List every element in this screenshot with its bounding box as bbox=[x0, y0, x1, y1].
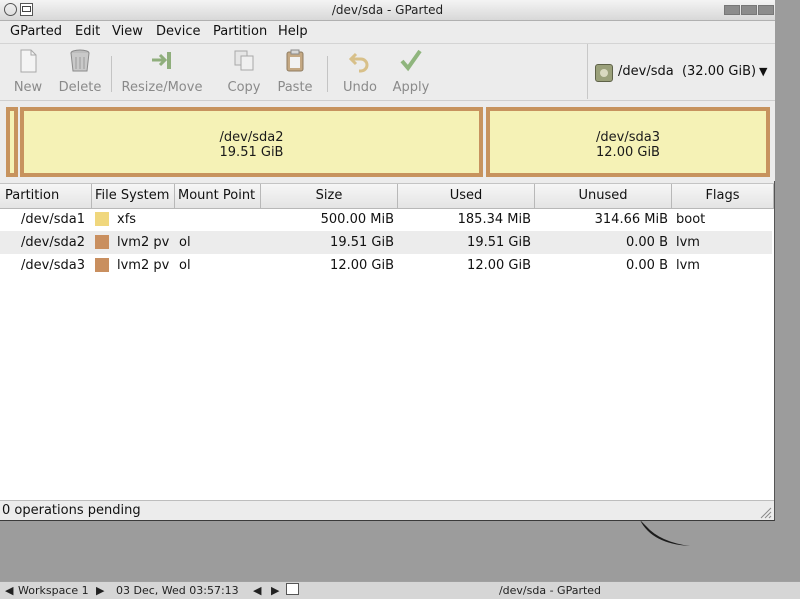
unused-cell: 314.66 MiB bbox=[594, 212, 668, 227]
desktop-wallpaper-swoosh bbox=[640, 520, 690, 546]
harddisk-icon bbox=[595, 64, 613, 82]
partition-cell: /dev/sda3 bbox=[21, 258, 85, 273]
menu-device[interactable]: Device bbox=[156, 24, 200, 39]
undo-button[interactable]: Undo bbox=[338, 48, 382, 98]
paste-icon bbox=[286, 49, 304, 72]
flags-cell: boot bbox=[676, 212, 706, 227]
table-row[interactable]: /dev/sda1 xfs 500.00 MiB 185.34 MiB 314.… bbox=[0, 208, 772, 231]
menu-partition[interactable]: Partition bbox=[213, 24, 267, 39]
filesystem-cell: lvm2 pv bbox=[117, 258, 170, 273]
close-button[interactable] bbox=[758, 5, 774, 15]
undo-icon bbox=[348, 52, 369, 73]
resize-move-label: Resize/Move bbox=[121, 80, 203, 95]
partition-block-sda1[interactable] bbox=[6, 107, 18, 177]
size-cell: 19.51 GiB bbox=[330, 235, 394, 250]
column-header-size[interactable]: Size bbox=[261, 184, 398, 208]
apply-label: Apply bbox=[392, 80, 430, 95]
menu-help[interactable]: Help bbox=[278, 24, 308, 39]
column-header-flags[interactable]: Flags bbox=[672, 184, 774, 208]
filesystem-color-swatch bbox=[95, 235, 109, 249]
partition-cell: /dev/sda1 bbox=[21, 212, 85, 227]
partition-cell: /dev/sda2 bbox=[21, 235, 85, 250]
partition-block-sda3[interactable]: /dev/sda3 12.00 GiB bbox=[486, 107, 770, 177]
device-label: /dev/sda (32.00 GiB) bbox=[618, 64, 756, 79]
status-text: 0 operations pending bbox=[2, 503, 141, 518]
used-cell: 185.34 MiB bbox=[457, 212, 531, 227]
minimize-button[interactable] bbox=[724, 5, 740, 15]
unused-cell: 0.00 B bbox=[626, 235, 668, 250]
filesystem-color-swatch bbox=[95, 258, 109, 272]
used-cell: 19.51 GiB bbox=[467, 235, 531, 250]
menu-gparted[interactable]: GParted bbox=[10, 24, 62, 39]
partition-table: Partition File System Mount Point Size U… bbox=[0, 183, 774, 500]
apply-button[interactable]: Apply bbox=[390, 48, 432, 98]
workspace-label[interactable]: Workspace 1 bbox=[18, 584, 89, 597]
workspace-next-icon[interactable]: ▶ bbox=[96, 584, 104, 597]
partition-block-name: /dev/sda3 bbox=[596, 130, 660, 145]
clock: 03 Dec, Wed 03:57:13 bbox=[116, 584, 239, 597]
partition-block-name: /dev/sda2 bbox=[219, 130, 284, 145]
mount-point-cell: ol bbox=[179, 258, 191, 273]
device-selector[interactable]: /dev/sda (32.00 GiB) ▼ bbox=[587, 44, 775, 99]
table-row[interactable]: /dev/sda3 lvm2 pv ol 12.00 GiB 12.00 GiB… bbox=[0, 254, 772, 277]
workspace-prev-icon[interactable]: ◀ bbox=[5, 584, 13, 597]
resize-move-icon bbox=[152, 52, 171, 69]
column-header-mount-point[interactable]: Mount Point bbox=[175, 184, 261, 208]
title-bar[interactable]: /dev/sda - GParted bbox=[0, 0, 775, 21]
window-title: /dev/sda - GParted bbox=[331, 3, 444, 17]
copy-label: Copy bbox=[227, 80, 261, 95]
checkmark-icon bbox=[400, 49, 422, 72]
trash-icon bbox=[70, 49, 90, 72]
column-header-filesystem[interactable]: File System bbox=[92, 184, 175, 208]
new-button[interactable]: New bbox=[8, 48, 48, 98]
menu-edit[interactable]: Edit bbox=[75, 24, 100, 39]
paste-label: Paste bbox=[277, 80, 313, 95]
mount-point-cell: ol bbox=[179, 235, 191, 250]
size-cell: 12.00 GiB bbox=[330, 258, 394, 273]
table-row[interactable]: /dev/sda2 lvm2 pv ol 19.51 GiB 19.51 GiB… bbox=[0, 231, 772, 254]
copy-button[interactable]: Copy bbox=[224, 48, 264, 98]
paste-button[interactable]: Paste bbox=[274, 48, 316, 98]
flags-cell: lvm bbox=[676, 258, 700, 273]
flags-cell: lvm bbox=[676, 235, 700, 250]
new-label: New bbox=[13, 80, 43, 95]
copy-icon bbox=[234, 50, 254, 71]
status-bar: 0 operations pending bbox=[0, 500, 774, 520]
resize-move-button[interactable]: Resize/Move bbox=[120, 48, 204, 98]
partition-block-sda2[interactable]: /dev/sda2 19.51 GiB bbox=[20, 107, 483, 177]
delete-button[interactable]: Delete bbox=[56, 48, 104, 98]
table-header: Partition File System Mount Point Size U… bbox=[0, 184, 774, 209]
taskbar-window-title[interactable]: /dev/sda - GParted bbox=[300, 584, 800, 597]
device-size: (32.00 GiB) bbox=[681, 64, 757, 79]
filesystem-cell: lvm2 pv bbox=[117, 235, 170, 250]
task-prev-icon[interactable]: ◀ bbox=[253, 584, 261, 597]
delete-label: Delete bbox=[58, 80, 102, 95]
column-header-unused[interactable]: Unused bbox=[535, 184, 672, 208]
column-header-used[interactable]: Used bbox=[398, 184, 535, 208]
dropdown-arrow-icon: ▼ bbox=[759, 65, 768, 78]
device-name: /dev/sda bbox=[618, 64, 674, 79]
menu-view[interactable]: View bbox=[112, 24, 143, 39]
taskbar: ◀ Workspace 1 ▶ 03 Dec, Wed 03:57:13 ◀ ▶… bbox=[0, 581, 800, 599]
partition-block-size: 19.51 GiB bbox=[219, 145, 284, 160]
toolbar-separator bbox=[327, 56, 328, 92]
undo-label: Undo bbox=[343, 80, 377, 95]
column-header-partition[interactable]: Partition bbox=[0, 184, 92, 208]
filesystem-cell: xfs bbox=[117, 212, 137, 227]
used-cell: 12.00 GiB bbox=[467, 258, 531, 273]
unused-cell: 0.00 B bbox=[626, 258, 668, 273]
new-document-icon bbox=[20, 49, 37, 73]
menu-bar: GParted Edit View Device Partition Help bbox=[0, 21, 775, 44]
task-next-icon[interactable]: ▶ bbox=[271, 584, 279, 597]
disk-map: /dev/sda2 19.51 GiB /dev/sda3 12.00 GiB bbox=[0, 101, 775, 181]
toolbar-separator bbox=[111, 56, 112, 92]
maximize-button[interactable] bbox=[741, 5, 757, 15]
size-cell: 500.00 MiB bbox=[320, 212, 394, 227]
resize-grip-icon[interactable] bbox=[758, 505, 772, 519]
gparted-window: /dev/sda - GParted GParted Edit View Dev… bbox=[0, 0, 775, 521]
partition-block-size: 12.00 GiB bbox=[596, 145, 660, 160]
filesystem-color-swatch bbox=[95, 212, 109, 226]
gparted-task-icon[interactable] bbox=[286, 583, 299, 595]
